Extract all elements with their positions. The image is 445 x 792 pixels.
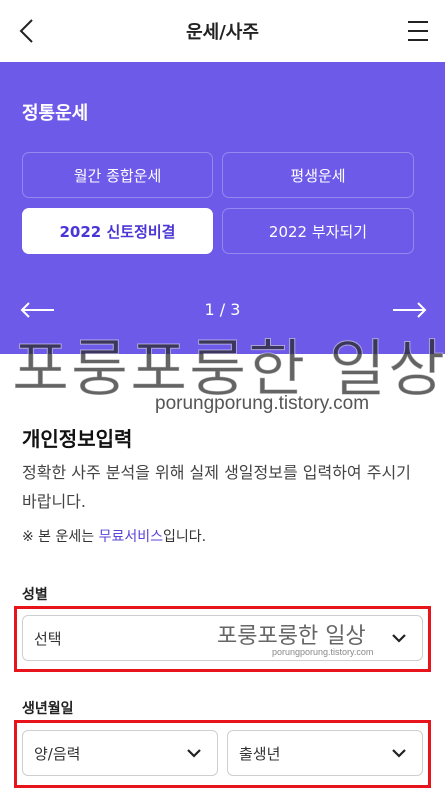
page-indicator: 1 / 3: [204, 300, 241, 319]
hamburger-menu-icon[interactable]: [405, 18, 431, 44]
chip-label: 2022 신토정비결: [59, 222, 176, 241]
page-title: 운세/사주: [186, 22, 259, 43]
watermark-url: porungporung.tistory.com: [155, 393, 370, 414]
note-prefix: ※ 본 운세는: [22, 529, 99, 545]
chip-lifetime-fortune[interactable]: 평생운세: [222, 152, 414, 198]
section-title: 정통운세: [22, 103, 89, 124]
highlight-box-birthdate: [14, 720, 431, 788]
info-heading: 개인정보입력: [22, 427, 133, 451]
free-service-note: ※ 본 운세는 무료서비스입니다.: [22, 526, 206, 546]
arrow-right-icon[interactable]: [391, 300, 427, 320]
chip-monthly-fortune[interactable]: 월간 종합운세: [22, 152, 213, 198]
chip-label: 2022 부자되기: [268, 222, 368, 241]
chip-tojeong-2022[interactable]: 2022 신토정비결: [22, 208, 213, 254]
birthdate-label: 생년월일: [22, 701, 74, 717]
gender-label: 성별: [22, 587, 48, 603]
chip-label: 월간 종합운세: [73, 166, 162, 185]
free-service-link: 무료서비스: [98, 529, 164, 545]
highlight-box-gender: [14, 606, 431, 672]
fortune-category-panel: 정통운세 월간 종합운세 평생운세 2022 신토정비결 2022 부자되기 1…: [0, 62, 445, 354]
top-app-bar: 운세/사주: [0, 0, 445, 62]
chip-label: 평생운세: [290, 166, 346, 185]
note-suffix: 입니다.: [163, 529, 207, 545]
info-description: 정확한 사주 분석을 위해 실제 생일정보를 입력하여 주시기 바랍니다.: [22, 463, 411, 511]
chip-get-rich-2022[interactable]: 2022 부자되기: [222, 208, 414, 254]
